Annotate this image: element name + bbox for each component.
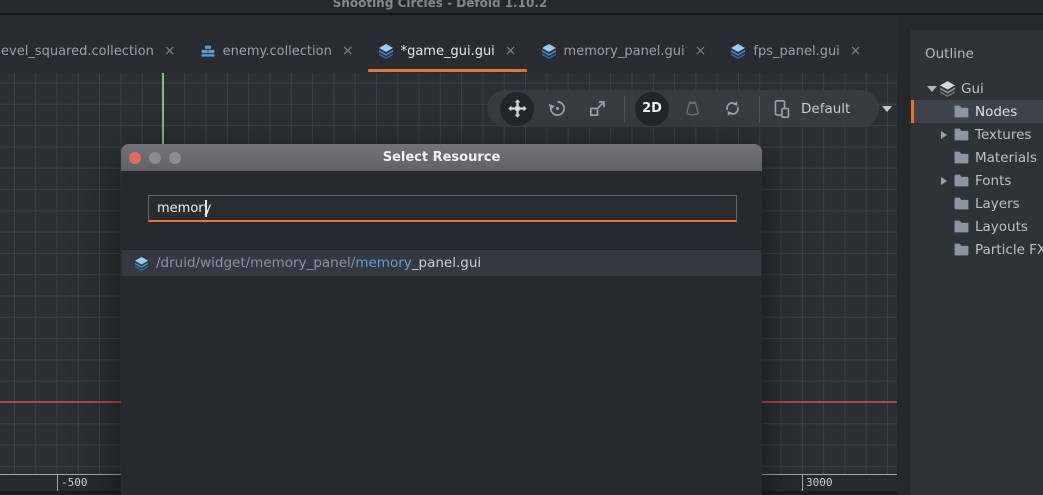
folder-icon — [953, 103, 970, 120]
resource-path: /druid/widget/memory_panel/memory_panel.… — [156, 255, 481, 271]
outline-item-label: Nodes — [975, 104, 1017, 120]
chevron-right-icon[interactable] — [941, 131, 947, 139]
rotate-icon — [548, 99, 567, 118]
tab-label: evel_squared.collection — [1, 44, 154, 59]
window-titlebar: Shooting Circles - Defold 1.10.2 — [0, 0, 1043, 13]
gui-icon — [730, 43, 746, 59]
outline-item-label: Gui — [961, 81, 984, 97]
minimize-window-button[interactable] — [149, 152, 161, 164]
rotate-tool-button[interactable] — [540, 92, 574, 126]
chevron-right-icon[interactable] — [941, 177, 947, 185]
outline-item-label: Textures — [975, 127, 1031, 143]
close-window-button[interactable] — [129, 152, 141, 164]
gui-icon — [541, 43, 557, 59]
window-controls — [129, 152, 181, 164]
toolbar-separator — [759, 96, 760, 122]
tab-enemy-collection[interactable]: enemy.collection × — [188, 29, 366, 73]
close-icon[interactable]: × — [164, 44, 176, 58]
layout-dropdown[interactable]: Default — [771, 99, 892, 119]
tab-memory-panel-gui[interactable]: memory_panel.gui × — [529, 29, 719, 73]
outline-item-label: Layers — [975, 196, 1020, 212]
folder-icon — [953, 172, 970, 189]
reset-camera-button[interactable] — [715, 92, 749, 126]
outline-item-gui[interactable]: Gui — [911, 77, 1043, 100]
outline-item-label: Particle FX — [975, 242, 1043, 258]
zoom-window-button[interactable] — [169, 152, 181, 164]
ruler-tick — [57, 475, 58, 491]
outline-item-label: Materials — [975, 150, 1037, 166]
outline-panel: Outline Gui Nodes Textures Materials Fon… — [911, 30, 1043, 495]
viewport-toolbar: 2D Default — [487, 90, 879, 127]
outline-item-layers[interactable]: Layers — [911, 192, 1043, 215]
refresh-icon — [723, 99, 742, 118]
tab-game-gui[interactable]: *game_gui.gui × — [366, 29, 529, 73]
folder-icon — [953, 241, 970, 258]
move-tool-button[interactable] — [500, 92, 534, 126]
outline-item-nodes[interactable]: Nodes — [911, 100, 1043, 123]
dialog-titlebar[interactable]: Select Resource — [121, 144, 762, 171]
select-resource-dialog: Select Resource /druid/widget/memory_pan… — [121, 144, 762, 495]
close-icon[interactable]: × — [850, 44, 862, 58]
gui-icon — [939, 80, 956, 97]
perspective-toggle-button[interactable] — [675, 92, 709, 126]
outline-item-materials[interactable]: Materials — [911, 146, 1043, 169]
outline-item-particle-fx[interactable]: Particle FX — [911, 238, 1043, 261]
folder-icon — [953, 195, 970, 212]
gui-icon — [378, 43, 394, 59]
window-title: Shooting Circles - Defold 1.10.2 — [0, 0, 880, 10]
folder-icon — [953, 218, 970, 235]
outline-item-fonts[interactable]: Fonts — [911, 169, 1043, 192]
chevron-down-icon — [882, 106, 892, 112]
2d-mode-label: 2D — [642, 101, 662, 116]
ruler-label-left: -500 — [61, 476, 88, 489]
resource-result-item[interactable]: /druid/widget/memory_panel/memory_panel.… — [122, 249, 761, 276]
ruler-tick — [802, 475, 803, 491]
gui-icon — [134, 256, 149, 271]
defold-editor-window: Shooting Circles - Defold 1.10.2 evel_sq… — [0, 0, 1043, 495]
tab-label: *game_gui.gui — [401, 44, 495, 59]
close-icon[interactable]: × — [342, 44, 354, 58]
dialog-title: Select Resource — [383, 150, 501, 165]
outline-item-label: Fonts — [975, 173, 1011, 189]
2d-mode-toggle[interactable]: 2D — [635, 92, 669, 126]
close-icon[interactable]: × — [695, 44, 707, 58]
folder-icon — [953, 149, 970, 166]
move-icon — [508, 99, 527, 118]
tab-fps-panel-gui[interactable]: fps_panel.gui × — [718, 29, 873, 73]
resource-search-input[interactable] — [148, 195, 737, 222]
outline-item-label: Layouts — [975, 219, 1028, 235]
tab-label: fps_panel.gui — [753, 44, 839, 59]
chevron-down-icon[interactable] — [927, 86, 937, 92]
text-cursor — [205, 200, 207, 217]
tab-level-squared-collection[interactable]: evel_squared.collection × — [0, 29, 188, 73]
scale-tool-button[interactable] — [580, 92, 614, 126]
device-layout-icon — [771, 99, 791, 119]
folder-icon — [953, 126, 970, 143]
collection-icon — [200, 43, 216, 59]
layout-selected-value: Default — [801, 101, 850, 117]
outline-panel-title: Outline — [925, 46, 1043, 62]
editor-tabbar: evel_squared.collection × enemy.collecti… — [0, 15, 897, 73]
tab-label: enemy.collection — [223, 44, 332, 59]
titlebar-divider — [0, 13, 1043, 15]
tab-label: memory_panel.gui — [564, 44, 685, 59]
scale-icon — [588, 99, 607, 118]
outline-item-textures[interactable]: Textures — [911, 123, 1043, 146]
close-icon[interactable]: × — [505, 44, 517, 58]
outline-item-layouts[interactable]: Layouts — [911, 215, 1043, 238]
perspective-frustum-icon — [683, 99, 702, 118]
ruler-label-right: 3000 — [806, 476, 833, 489]
toolbar-separator — [624, 96, 625, 122]
